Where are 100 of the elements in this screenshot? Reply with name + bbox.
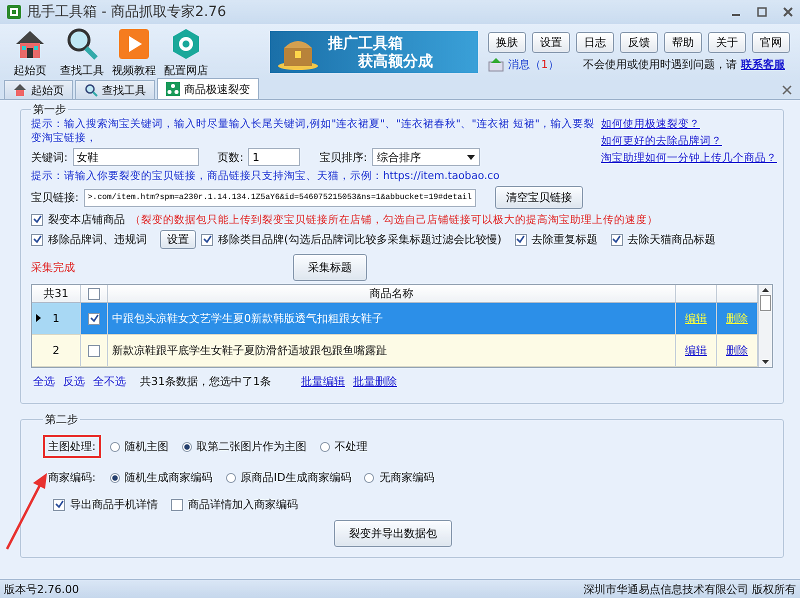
nodes-icon	[166, 82, 180, 96]
checkbox-label: 移除类目品牌(勾选后品牌词比较多采集标题过滤会比较慢)	[218, 232, 502, 247]
close-icon[interactable]	[782, 6, 794, 18]
banner-title: 推广工具箱	[328, 34, 404, 52]
scroll-down-icon[interactable]	[762, 360, 769, 364]
row-number: 1	[52, 312, 60, 325]
checkbox-label: 去除天猫商品标题	[628, 232, 716, 247]
field-label: 宝贝链接:	[31, 190, 79, 205]
checkbox[interactable]	[514, 234, 527, 246]
radio-label: 无商家编码	[379, 470, 434, 485]
version-text: 版本号2.76.00	[4, 582, 79, 596]
settings-button[interactable]: 设置	[160, 230, 196, 249]
tab[interactable]: 起始页	[4, 80, 73, 99]
hint-text: 提示：请输入你要裂变的宝贝链接，商品链接只支持淘宝、天猫，示例：https://item.taobao.co	[31, 169, 501, 183]
search-icon	[65, 26, 99, 60]
help-link[interactable]: 淘宝助理如何一分钟上传几个商品？	[601, 151, 773, 165]
field-label: 主图处理:	[43, 435, 101, 458]
checkbox[interactable]	[610, 234, 623, 246]
maximize-icon[interactable]	[756, 6, 768, 18]
column-header: 共31	[32, 285, 81, 302]
window-title: 甩手工具箱 - 商品抓取专家2.76	[27, 3, 226, 21]
checkbox-label: 移除品牌词、违规词	[48, 232, 147, 247]
collect-titles-button[interactable]: 采集标题	[293, 254, 367, 280]
banner-subtitle: 获高额分成	[357, 52, 433, 70]
scroll-up-icon[interactable]	[762, 288, 769, 292]
checkbox-label: 裂变本店铺商品	[48, 212, 125, 227]
tab[interactable]: 查找工具	[75, 80, 155, 99]
row-pointer-icon	[36, 314, 41, 322]
hint-text: 提示：输入搜索淘宝关键词，输入时尽量输入长尾关键词,例如"连衣裙夏"、"连衣裙春秋"、"连衣裙 短裙"，输入要裂变淘宝链接，	[31, 117, 596, 145]
keyword-field[interactable]: 女鞋	[72, 148, 199, 166]
radio-label: 随机主图	[124, 439, 169, 454]
toolbar-button[interactable]: 起始页	[4, 26, 56, 78]
radio-button[interactable]	[110, 472, 120, 482]
pages-field[interactable]: 1	[248, 148, 300, 166]
contact-support-link[interactable]: 联系客服	[741, 57, 785, 72]
radio-button[interactable]	[182, 442, 192, 452]
toolbar-text-button[interactable]: 关于	[708, 32, 746, 53]
help-link[interactable]: 如何使用极速裂变？	[601, 117, 773, 131]
toolbar-button[interactable]: 视频教程	[108, 26, 160, 78]
selection-summary: 共31条数据，您选中了1条	[140, 374, 271, 389]
sort-dropdown[interactable]: 综合排序	[372, 148, 480, 166]
row-checkbox[interactable]	[88, 344, 100, 356]
radio-button[interactable]	[226, 472, 236, 482]
scrollbar[interactable]	[758, 285, 772, 367]
field-label: 商家编码:	[47, 470, 97, 486]
table-row[interactable]: 2 新款凉鞋跟平底学生女鞋子夏防滑舒适坡跟包跟鱼嘴露趾 编辑 删除	[32, 335, 758, 367]
radio-label: 随机生成商家编码	[124, 470, 213, 485]
table-cell: 新款凉鞋跟平底学生女鞋子夏防滑舒适坡跟包跟鱼嘴露趾	[108, 335, 676, 366]
app-logo-icon	[6, 4, 22, 20]
tab[interactable]: 商品极速裂变	[157, 78, 259, 99]
radio-button[interactable]	[320, 442, 330, 452]
mail-icon	[488, 58, 504, 72]
item-link-field[interactable]: >.com/item.htm?spm=a230r.1.14.134.1Z5aY6&id=546075215053&ns=1&abbucket=19#detail	[84, 188, 476, 206]
radio-label: 取第二张图片作为主图	[196, 439, 307, 454]
help-link[interactable]: 如何更好的去除品牌词？	[601, 134, 773, 148]
select-link[interactable]: 全选	[33, 374, 55, 389]
toolbar-text-button[interactable]: 反馈	[620, 32, 658, 53]
select-link[interactable]: 全不选	[93, 374, 126, 389]
close-tab-icon[interactable]	[782, 84, 792, 94]
scrollbar-thumb[interactable]	[760, 295, 771, 311]
section-title: 第二步	[44, 412, 79, 427]
checkbox[interactable]	[53, 498, 65, 510]
checkbox[interactable]	[31, 214, 43, 226]
toolbar-button[interactable]: 查找工具	[56, 26, 108, 78]
checkbox-label: 导出商品手机详情	[70, 497, 158, 512]
field-label: 页数:	[218, 150, 244, 164]
select-link[interactable]: 反选	[63, 374, 85, 389]
play-icon	[117, 26, 151, 60]
section-title: 第一步	[32, 102, 67, 117]
batch-action-link[interactable]: 批量编辑	[301, 374, 345, 389]
export-button[interactable]: 裂变并导出数据包	[334, 520, 452, 547]
edit-link[interactable]: 编辑	[685, 343, 707, 358]
field-label: 宝贝排序:	[319, 150, 368, 164]
row-number: 2	[52, 344, 60, 357]
radio-label: 不处理	[334, 439, 368, 454]
checkbox[interactable]	[171, 498, 183, 510]
messages-link[interactable]: 消息（1）	[508, 57, 559, 72]
checkbox-label: 去除重复标题	[532, 232, 598, 247]
house-icon	[13, 83, 27, 97]
checkbox[interactable]	[31, 234, 43, 246]
delete-link[interactable]: 删除	[726, 343, 748, 358]
select-all-checkbox[interactable]	[88, 288, 100, 300]
warning-text: （裂变的数据包只能上传到裂变宝贝链接所在店铺，勾选自己店铺链接可以极大的提高淘宝助理上传的速度）	[130, 212, 658, 226]
batch-action-link[interactable]: 批量删除	[353, 374, 397, 389]
promo-banner[interactable]: 推广工具箱 获高额分成	[270, 31, 478, 73]
checkbox-label: 商品详情加入商家编码	[188, 497, 298, 512]
toolbar-text-button[interactable]: 设置	[532, 32, 570, 53]
clear-link-button[interactable]: 清空宝贝链接	[494, 186, 583, 209]
table-cell: 中跟包头凉鞋女文艺学生夏0新款韩版透气扣粗跟女鞋子	[108, 303, 676, 334]
table-row[interactable]: 1 中跟包头凉鞋女文艺学生夏0新款韩版透气扣粗跟女鞋子 编辑 删除	[32, 303, 758, 335]
toolbar-button[interactable]: 配置网店	[160, 26, 212, 78]
row-checkbox[interactable]	[88, 312, 100, 324]
toolbar-text-button[interactable]: 帮助	[664, 32, 702, 53]
radio-button[interactable]	[110, 442, 120, 452]
checkbox[interactable]	[201, 234, 213, 246]
toolbar-text-button[interactable]: 换肤	[488, 32, 526, 53]
toolbar-text-button[interactable]: 官网	[752, 32, 790, 53]
toolbar-text-button[interactable]: 日志	[576, 32, 614, 53]
search-icon	[84, 83, 98, 97]
radio-button[interactable]	[364, 472, 374, 482]
